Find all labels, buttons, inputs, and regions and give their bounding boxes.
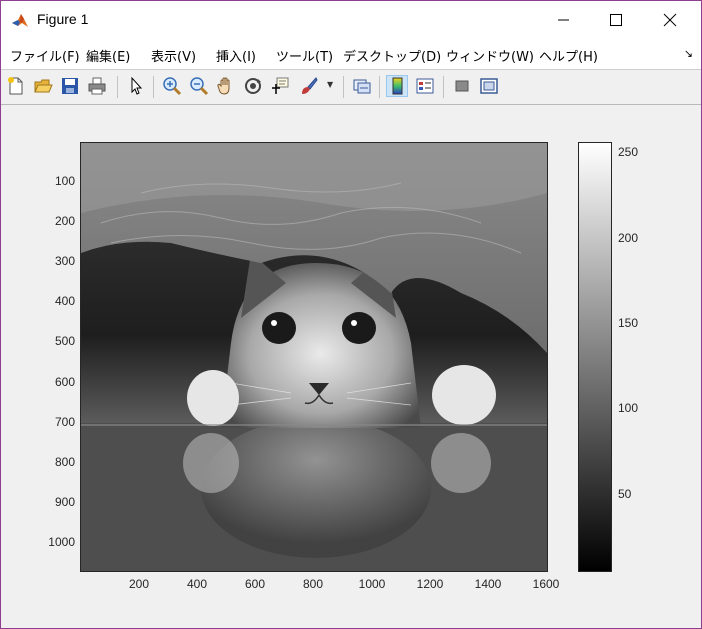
figure-toolbar: ▼ [1, 69, 701, 105]
zoom-in-button[interactable] [161, 75, 183, 97]
toolbar-separator [343, 76, 344, 98]
menu-insert[interactable]: 挿入(I) [216, 46, 256, 65]
open-file-icon [34, 79, 53, 93]
image-axes[interactable] [80, 142, 548, 572]
matlab-logo-icon [11, 11, 29, 29]
new-figure-icon [8, 77, 23, 95]
link-plot-icon [353, 79, 371, 94]
menu-desktop[interactable]: デスクトップ(D) [343, 46, 441, 65]
edit-plot-button[interactable] [125, 75, 147, 97]
rotate-3d-button[interactable] [242, 75, 264, 97]
edit-plot-icon [131, 76, 143, 95]
menu-window[interactable]: ウィンドウ(W) [446, 46, 534, 65]
insert-colorbar-icon [392, 77, 403, 95]
save-icon [62, 78, 78, 94]
colorbar-tick-label: 150 [618, 316, 639, 330]
zoom-out-button[interactable] [188, 75, 210, 97]
title-bar[interactable]: Figure 1 [1, 1, 701, 39]
close-button[interactable] [647, 1, 693, 39]
x-tick-label: 200 [128, 577, 150, 591]
menu-tools[interactable]: ツール(T) [276, 46, 333, 65]
pan-button[interactable] [215, 75, 237, 97]
kitten-grayscale-image [81, 143, 547, 571]
zoom-out-icon [190, 77, 209, 96]
x-tick-label: 800 [302, 577, 324, 591]
insert-legend-icon [416, 78, 434, 94]
data-cursor-button[interactable] [269, 75, 291, 97]
y-tick-label: 400 [54, 294, 75, 308]
x-tick-label: 1600 [532, 577, 560, 591]
insert-legend-button[interactable] [414, 75, 436, 97]
data-cursor-icon [272, 77, 289, 94]
toolbar-separator [443, 76, 444, 98]
x-tick-label: 1400 [474, 577, 502, 591]
maximize-icon [610, 14, 622, 26]
rotate-3d-icon [245, 78, 261, 94]
link-plot-button[interactable] [351, 75, 373, 97]
minimize-icon [558, 19, 569, 21]
hide-plot-tools-icon [455, 80, 469, 92]
colorbar-tick-label: 250 [618, 145, 639, 159]
menu-view[interactable]: 表示(V) [151, 46, 196, 65]
zoom-in-icon [163, 77, 182, 96]
x-tick-label: 1000 [358, 577, 386, 591]
brush-button[interactable] [298, 75, 320, 97]
toolbar-separator [379, 76, 380, 98]
maximize-button[interactable] [593, 1, 639, 39]
colorbar-tick-label: 100 [618, 401, 639, 415]
y-tick-label: 600 [54, 375, 75, 389]
menu-file[interactable]: ファイル(F) [10, 46, 80, 65]
pan-icon [217, 77, 230, 95]
x-tick-label: 600 [244, 577, 266, 591]
y-tick-label: 900 [54, 495, 75, 509]
colorbar-tick-label: 200 [618, 231, 639, 245]
y-tick-label: 1000 [48, 535, 75, 549]
x-tick-label: 400 [186, 577, 208, 591]
brush-icon [302, 77, 318, 94]
menu-help[interactable]: ヘルプ(H) [539, 46, 598, 65]
figure-window: Figure 1 ファイル(F) 編集(E) 表示(V) 挿入(I) ツール(T… [0, 0, 702, 629]
brush-dropdown-icon[interactable]: ▼ [327, 80, 333, 89]
colorbar[interactable] [578, 142, 612, 572]
toolbar-separator [153, 76, 154, 98]
y-tick-label: 200 [54, 214, 75, 228]
y-tick-label: 100 [54, 174, 75, 188]
menu-edit[interactable]: 編集(E) [86, 46, 130, 65]
y-tick-label: 500 [54, 334, 75, 348]
open-file-button[interactable] [32, 75, 54, 97]
save-button[interactable] [59, 75, 81, 97]
y-tick-label: 800 [54, 455, 75, 469]
colorbar-tick-label: 50 [618, 487, 632, 501]
undock-arrow-icon[interactable]: ↘ [684, 47, 693, 60]
y-tick-label: 300 [54, 254, 75, 268]
new-figure-button[interactable] [5, 75, 27, 97]
toolbar-separator [117, 76, 118, 98]
close-icon [663, 13, 677, 27]
insert-colorbar-button[interactable] [386, 75, 408, 97]
minimize-button[interactable] [541, 1, 587, 39]
show-plot-tools-icon [480, 78, 498, 94]
x-tick-label: 1200 [416, 577, 444, 591]
hide-plot-tools-button[interactable] [451, 75, 473, 97]
show-plot-tools-button[interactable] [478, 75, 500, 97]
print-icon [88, 77, 106, 95]
window-title: Figure 1 [37, 11, 89, 27]
menu-bar: ファイル(F) 編集(E) 表示(V) 挿入(I) ツール(T) デスクトップ(… [1, 39, 701, 69]
print-button[interactable] [86, 75, 108, 97]
figure-canvas[interactable]: 100 200 300 400 500 600 700 800 900 1000… [1, 105, 701, 628]
y-tick-label: 700 [54, 415, 75, 429]
